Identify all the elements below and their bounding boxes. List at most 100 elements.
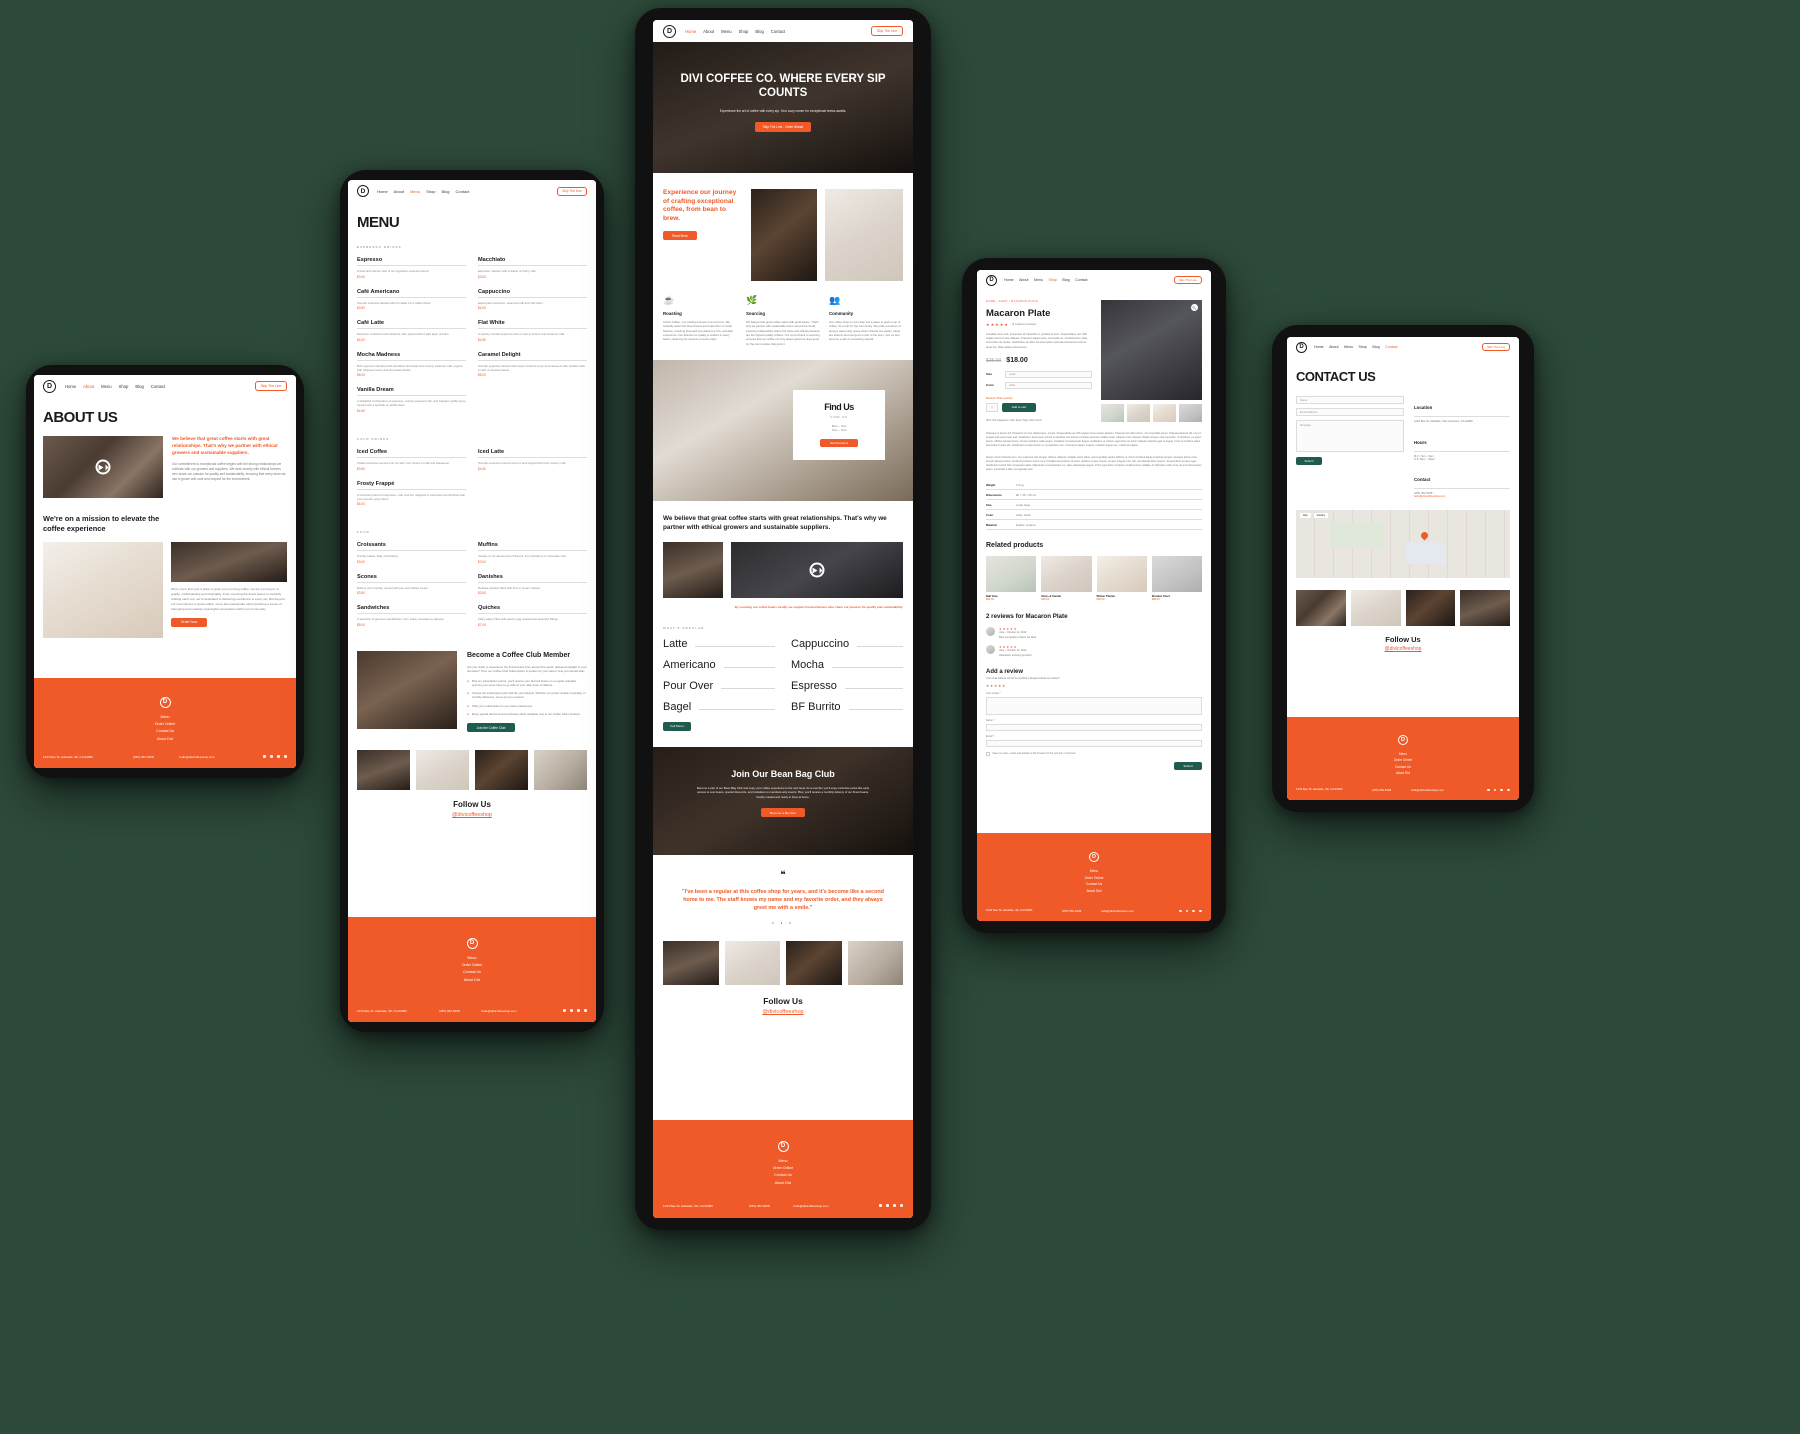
gallery-image[interactable] (1350, 589, 1401, 626)
dribbble-icon[interactable] (1507, 788, 1510, 792)
follow-us-handle[interactable]: @divicoffeeshop (653, 1009, 913, 1015)
twitter-icon[interactable] (886, 1204, 889, 1208)
facebook-icon[interactable] (263, 755, 266, 759)
gallery-image[interactable] (786, 940, 842, 985)
nav-item-menu[interactable]: Menu (410, 189, 420, 194)
nav-item-home[interactable]: Home (1004, 278, 1014, 282)
facebook-icon[interactable] (1486, 788, 1490, 792)
nav-item-blog[interactable]: Blog (441, 189, 449, 194)
product-thumbnail[interactable] (1153, 404, 1176, 422)
footer-phone[interactable]: (255) 352-6258 (749, 1204, 770, 1208)
nav-item-menu[interactable]: Menu (1344, 345, 1353, 349)
email-input[interactable]: Email Address (1296, 408, 1404, 416)
nav-item-contact[interactable]: Contact (1075, 278, 1087, 282)
hero-cta-button[interactable]: Skip The Line - Order Ahead (755, 121, 811, 132)
email-input[interactable] (986, 740, 1202, 748)
name-input[interactable]: Name (1296, 396, 1404, 404)
footer-link-menu[interactable]: Menu (653, 1158, 913, 1165)
nav-item-blog[interactable]: Blog (1372, 345, 1379, 349)
footer-link-contact[interactable]: Contact Us (348, 969, 596, 976)
footer-link-order[interactable]: Order Online (653, 1165, 913, 1172)
review-textarea[interactable] (986, 697, 1202, 716)
nav-cta-button[interactable]: Skip The Line (557, 186, 587, 196)
related-product-card[interactable]: Glass & Candle $38.00 (1041, 556, 1092, 601)
nav-cta-button[interactable]: Skip The Line (871, 26, 903, 36)
footer-link-about[interactable]: About Divi (653, 1180, 913, 1187)
nav-item-contact[interactable]: Contact (1385, 345, 1397, 349)
nav-item-about[interactable]: About (83, 384, 94, 389)
full-menu-button[interactable]: Full Menu (663, 721, 691, 731)
get-directions-button[interactable]: Get Directions (820, 439, 858, 448)
product-thumbnail[interactable] (1127, 404, 1150, 422)
footer-email[interactable]: hello@divicoffeeshop.com (1411, 788, 1444, 792)
save-info-checkbox[interactable] (986, 752, 990, 756)
about-video-thumbnail[interactable] (43, 436, 163, 498)
submit-review-button[interactable]: Submit (1174, 761, 1202, 770)
brand-logo-icon[interactable]: D (1296, 341, 1307, 353)
read-more-button[interactable]: Read More (663, 231, 697, 241)
twitter-icon[interactable] (270, 755, 273, 759)
nav-cta-button[interactable]: Skip The Line (1482, 342, 1510, 352)
footer-email[interactable]: hello@divicoffeeshop.com (794, 1204, 829, 1208)
dribbble-icon[interactable] (1199, 909, 1202, 913)
play-icon[interactable] (809, 562, 825, 578)
nav-item-menu[interactable]: Menu (721, 29, 731, 34)
facebook-icon[interactable] (1178, 909, 1182, 913)
instagram-icon[interactable] (1500, 788, 1504, 792)
nav-item-shop[interactable]: Shop (426, 189, 435, 194)
nav-item-about[interactable]: About (1329, 345, 1338, 349)
option-select-size[interactable]: small (1005, 370, 1092, 378)
quantity-stepper[interactable]: 1 (986, 402, 998, 412)
facebook-icon[interactable] (879, 1204, 882, 1208)
dribbble-icon[interactable] (284, 755, 287, 759)
nav-item-menu[interactable]: Menu (101, 384, 111, 389)
twitter-icon[interactable] (570, 1009, 573, 1013)
instagram-icon[interactable] (1192, 909, 1196, 913)
nav-item-contact[interactable]: Contact (771, 29, 785, 34)
nav-item-shop[interactable]: Shop (119, 384, 129, 389)
gallery-image[interactable] (475, 750, 528, 791)
related-product-card[interactable]: Wooden Stool $88.00 (1151, 556, 1202, 601)
map-tab-map[interactable]: Map (1300, 512, 1311, 518)
nav-item-shop[interactable]: Shop (739, 29, 749, 34)
nav-item-home[interactable]: Home (1314, 345, 1324, 349)
nav-item-contact[interactable]: Contact (151, 384, 165, 389)
order-now-button[interactable]: Order Now (171, 617, 207, 627)
footer-link-about[interactable]: About Divi (1287, 770, 1519, 776)
gallery-image[interactable] (1296, 589, 1346, 626)
footer-link-order[interactable]: Order Online (348, 962, 596, 969)
related-product-card[interactable]: Ball Vase $42.00 (986, 556, 1037, 601)
footer-link-about[interactable]: About Divi (348, 977, 596, 984)
twitter-icon[interactable] (1185, 909, 1189, 913)
related-product-card[interactable]: Wicker Planter $56.00 (1096, 556, 1147, 601)
footer-email[interactable]: hello@divicoffeeshop.com (1101, 909, 1134, 913)
nav-cta-button[interactable]: Skip The Line (255, 381, 287, 391)
product-thumbnail[interactable] (1101, 404, 1124, 422)
footer-link-order[interactable]: Order Online (977, 875, 1211, 882)
brand-logo-icon[interactable]: D (357, 185, 369, 197)
your-rating-stars[interactable]: ★★★★★ (986, 684, 1202, 688)
join-coffee-club-button[interactable]: Join the Coffee Club (467, 723, 515, 733)
nav-item-shop[interactable]: Shop (1359, 345, 1367, 349)
nav-item-blog[interactable]: Blog (135, 384, 143, 389)
instagram-icon[interactable] (577, 1009, 580, 1013)
nav-item-home[interactable]: Home (65, 384, 76, 389)
footer-link-menu[interactable]: Menu (34, 714, 296, 721)
gallery-image[interactable] (416, 750, 469, 791)
product-main-image[interactable]: 🔍 (1101, 300, 1202, 400)
nav-item-blog[interactable]: Blog (755, 29, 763, 34)
follow-us-handle[interactable]: @divicoffeeshop (1287, 646, 1519, 652)
footer-link-contact[interactable]: Contact Us (34, 728, 296, 735)
nav-item-contact[interactable]: Contact (456, 189, 470, 194)
nav-item-menu[interactable]: Menu (1034, 278, 1043, 282)
footer-phone[interactable]: (255) 352-6258 (1372, 788, 1391, 792)
info-email[interactable]: hello@divicoffeeshop.com (1414, 495, 1510, 498)
gallery-image[interactable] (847, 940, 903, 985)
add-to-cart-button[interactable]: Add to cart (1002, 402, 1036, 412)
footer-link-about[interactable]: About Divi (977, 888, 1211, 895)
nav-item-blog[interactable]: Blog (1062, 278, 1069, 282)
become-member-button[interactable]: Become a Member (761, 808, 805, 817)
footer-phone[interactable]: (255) 352-6258 (1062, 909, 1081, 913)
footer-email[interactable]: hello@divicoffeeshop.com (482, 1009, 517, 1013)
footer-link-menu[interactable]: Menu (977, 868, 1211, 875)
